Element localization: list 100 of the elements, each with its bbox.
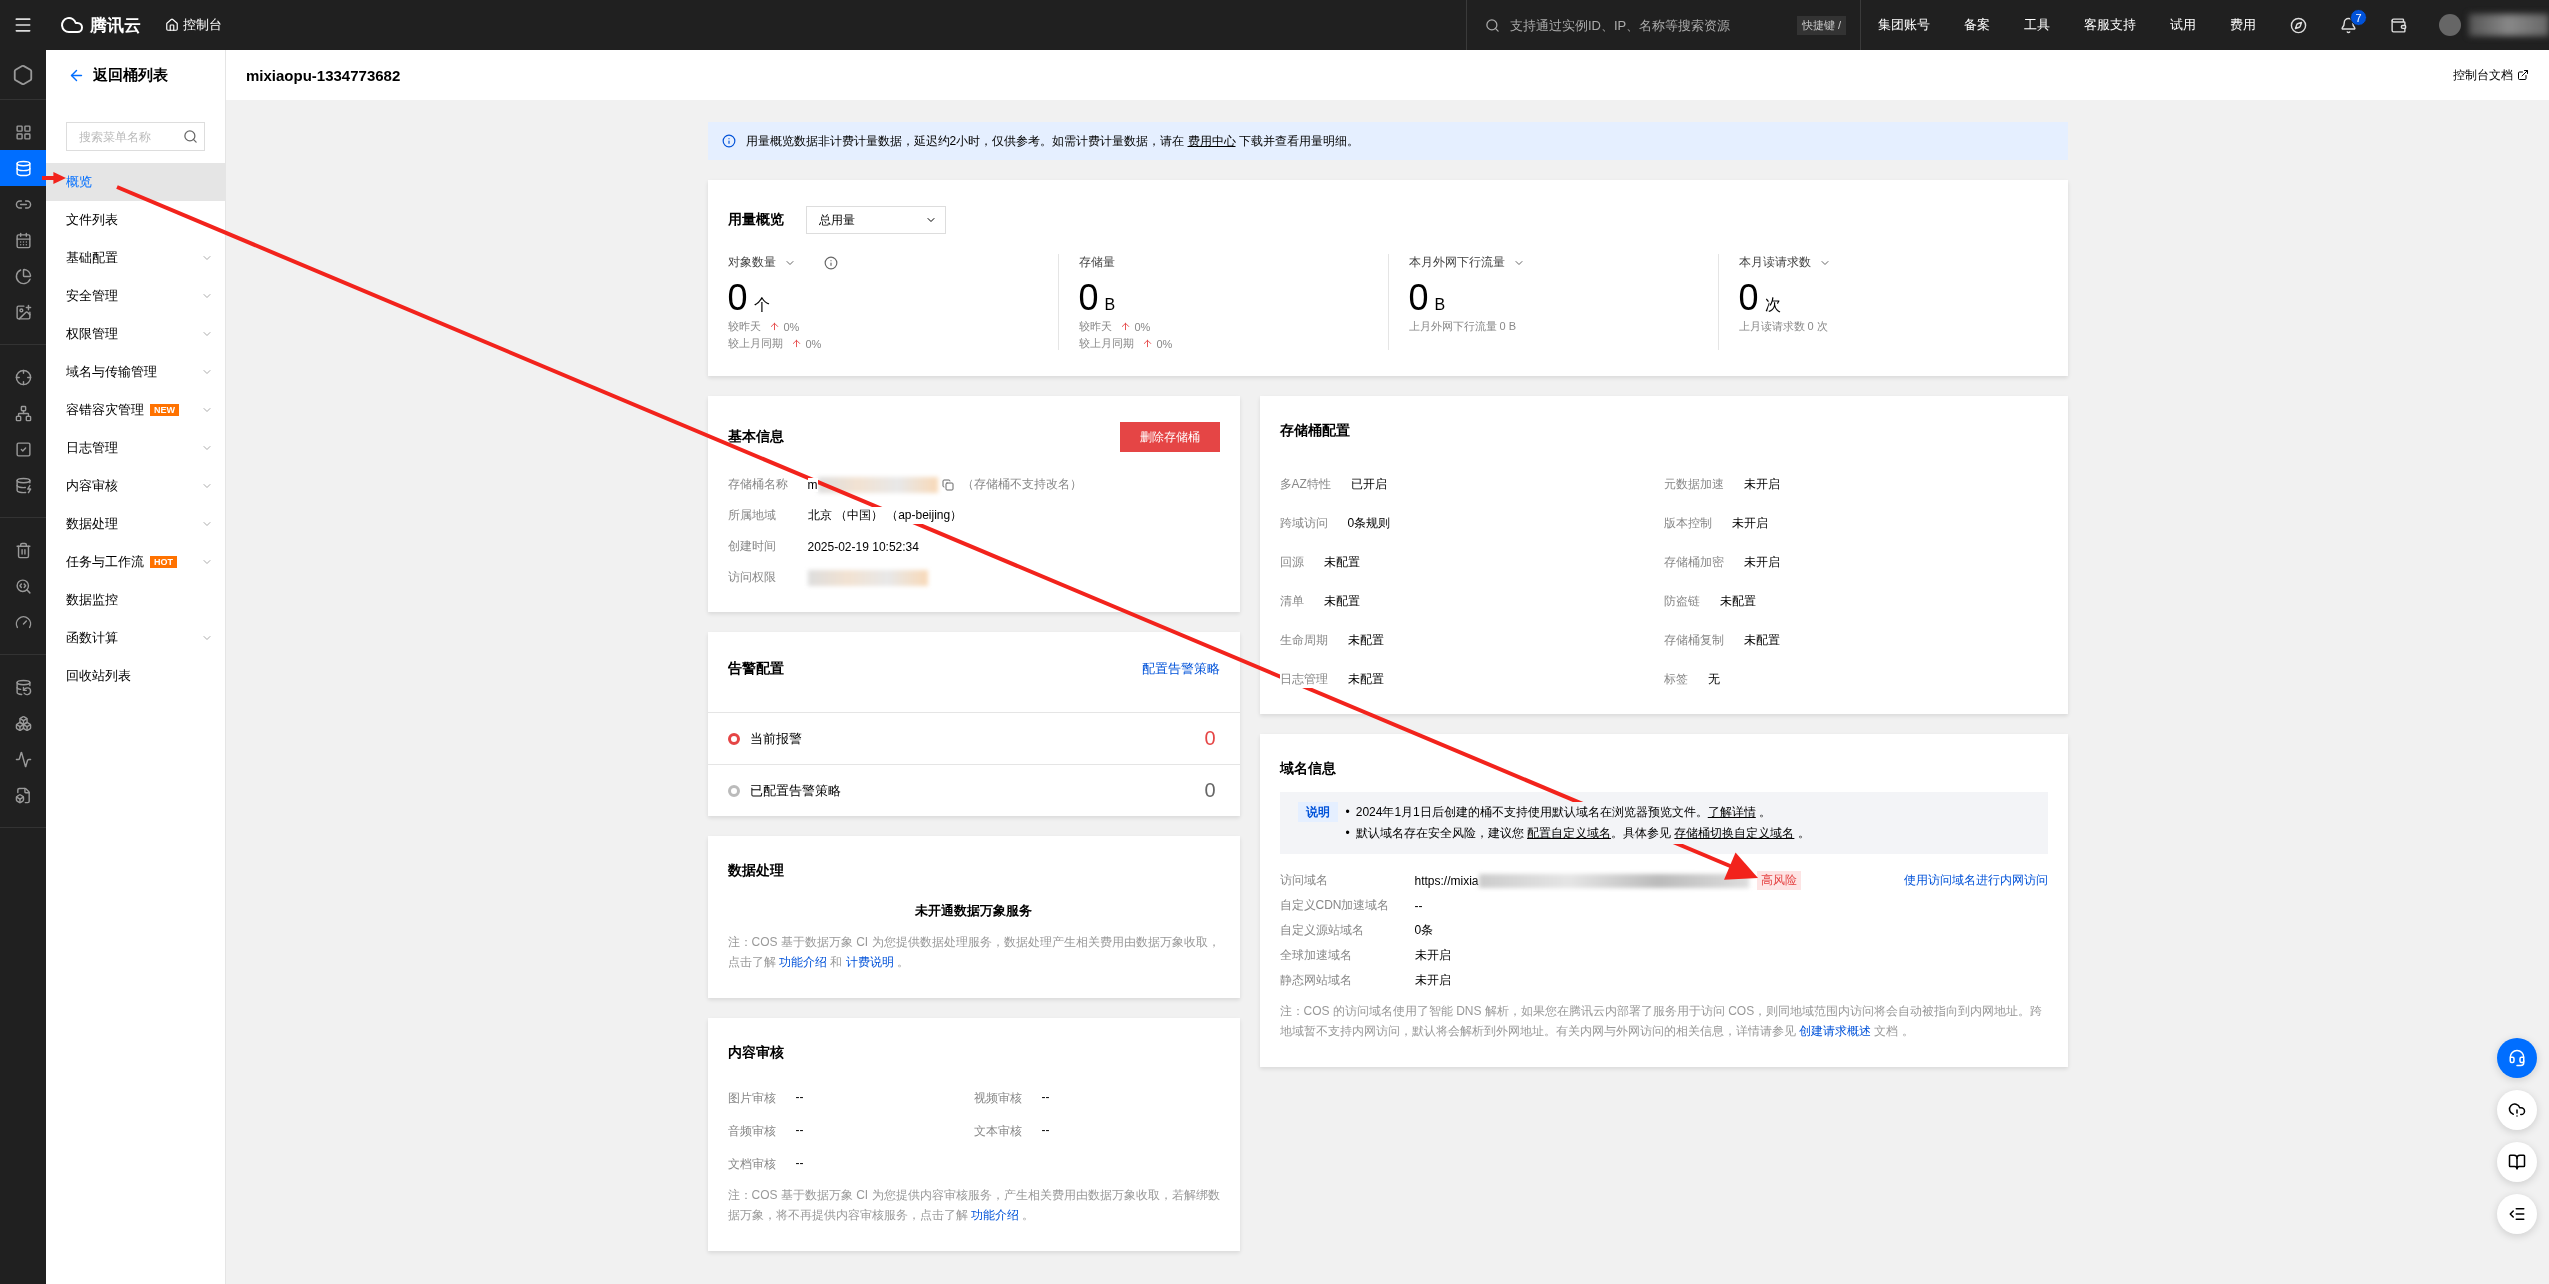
field-value: 未配置 — [1719, 593, 1756, 610]
trend-label: 较昨天 — [727, 319, 761, 334]
wallet-icon[interactable] — [2389, 16, 2407, 34]
metric-label: 本月外网下行流量 — [1408, 254, 1505, 271]
field-label: 图片审核 — [727, 1090, 776, 1107]
sidebar-item[interactable]: 数据监控 — [46, 581, 225, 619]
alarm-label: 当前报警 — [749, 729, 803, 748]
sidebar-item[interactable]: 回收站列表 — [46, 657, 225, 695]
console-link[interactable]: 控制台 — [165, 16, 222, 34]
sidebar-item[interactable]: 文件列表 — [46, 201, 225, 239]
field-value: 0条规则 — [1347, 515, 1391, 532]
field-value: 未配置 — [1323, 554, 1360, 571]
trend-value: 0% — [805, 337, 822, 350]
sidebar-item[interactable]: 数据处理 — [46, 505, 225, 543]
field-label: 元数据加速 — [1663, 476, 1724, 493]
nav-link[interactable]: 集团账号 — [1861, 16, 1947, 34]
sidebar-item-label: 回收站列表 — [66, 667, 131, 685]
compass-icon[interactable] — [2289, 16, 2307, 34]
search-field[interactable]: 支持通过实例ID、IP、名称等搜索资源 — [1508, 16, 1789, 34]
field-value: 未配置 — [1347, 671, 1384, 688]
trend-label: 较上月同期 — [1078, 336, 1134, 351]
field-value: 未开启 — [1414, 947, 1451, 964]
banner-text: 用量概览数据非计费计量数据，延迟约2小时，仅供参考。如需计费计量数据，请在 费用中心 下载并查看用量明细。 — [745, 132, 1359, 150]
sidebar-item[interactable]: 基础配置 — [46, 239, 225, 277]
sidebar-item[interactable]: 内容审核 — [46, 467, 225, 505]
sidebar-item[interactable]: 函数计算 — [46, 619, 225, 657]
info-icon[interactable] — [823, 255, 838, 270]
sidebar-item[interactable]: 域名与传输管理 — [46, 353, 225, 391]
sidebar-item-label: 任务与工作流 — [66, 553, 144, 571]
link[interactable]: 配置自定义域名 — [1527, 826, 1612, 840]
sidebar-item-label: 数据处理 — [66, 515, 118, 533]
usage-select[interactable]: 总用量 — [805, 206, 946, 234]
bell-icon[interactable] — [2339, 16, 2357, 34]
note-text: 注：COS 基于数据万象 CI 为您提供数据处理服务，数据处理产生相关费用由数据万象收取，点击了解 功能介绍 和 计费说明 。 — [727, 934, 1220, 971]
sidebar-item-label: 日志管理 — [66, 439, 118, 457]
field-label: 访问权限 — [727, 569, 777, 586]
field-value: 未配置 — [1743, 632, 1780, 649]
back-link[interactable]: 返回桶列表 — [46, 50, 225, 100]
nav-link[interactable]: 费用 — [2213, 16, 2273, 34]
field-value: 未配置 — [1323, 593, 1360, 610]
intranet-access-link[interactable]: 使用访问域名进行内网访问 — [1903, 872, 2048, 889]
field-value: 未开启 — [1731, 515, 1768, 532]
up-arrow-icon — [1119, 321, 1131, 332]
bucket-title: mixiaopu-1334773682 — [246, 66, 401, 84]
field-label: 创建时间 — [727, 538, 777, 555]
metric-unit: 次 — [1764, 295, 1781, 315]
menu-tag: HOT — [150, 556, 177, 568]
link[interactable]: 创建请求概述 — [1798, 1024, 1871, 1038]
user-avatar[interactable] — [2439, 14, 2461, 36]
sidebar-item-label: 数据监控 — [66, 591, 118, 609]
link[interactable]: 功能介绍 — [778, 955, 827, 969]
hexagon-logo-icon — [12, 63, 34, 86]
field-label: 多AZ特性 — [1279, 476, 1331, 493]
risk-tag: 高风险 — [1756, 871, 1801, 890]
link[interactable]: 存储桶切换自定义域名 — [1674, 826, 1795, 840]
doc-link[interactable]: 控制台文档 — [2453, 66, 2529, 84]
notification-count: 7 — [2350, 9, 2367, 26]
field-label: 存储桶复制 — [1663, 632, 1724, 649]
link[interactable]: 费用中心 — [1187, 133, 1236, 148]
field-value: 2025-02-19 10:52:34 — [807, 539, 919, 554]
nav-link[interactable]: 备案 — [1947, 16, 2007, 34]
link[interactable]: 计费说明 — [845, 955, 894, 969]
field-label: 防盗链 — [1663, 593, 1700, 610]
sidebar-item[interactable]: 概览 — [46, 163, 225, 201]
field-value: 未开启 — [1743, 554, 1780, 571]
nav-link[interactable]: 客服支持 — [2067, 16, 2153, 34]
rail-icon[interactable] — [0, 150, 46, 186]
field-label: 文档审核 — [727, 1156, 776, 1173]
menu-tag: NEW — [150, 404, 179, 416]
link[interactable]: 了解详情 — [1707, 805, 1756, 819]
alarm-policy-link[interactable]: 配置告警策略 — [1141, 660, 1220, 678]
field-label: 访问域名 — [1279, 872, 1329, 889]
note-text: 注：COS 的访问域名使用了智能 DNS 解析，如果您在腾讯云内部署了服务用于访问 COS，则同地域范围内访问将会自动被指向到内网地址。跨地域暂不支持内网访问，默认将会解析到外网地址。有关内网与外网访问的相关信息，详情请参见 创建请求概述 文档 。 — [1279, 1003, 2044, 1040]
sidebar-item[interactable]: 容错容灾管理 NEW — [46, 391, 225, 429]
metric-value: 0 — [1738, 279, 1759, 317]
service-status: 未开通数据万象服务 — [914, 902, 1033, 920]
metric-unit: B — [1104, 296, 1116, 314]
nav-link[interactable]: 试用 — [2153, 16, 2213, 34]
alarm-count: 0 — [1204, 779, 1216, 802]
metric-value: 0 — [1078, 279, 1099, 317]
nav-link[interactable]: 工具 — [2007, 16, 2067, 34]
field-label: 存储桶名称 — [727, 476, 789, 493]
trend-label: 较昨天 — [1078, 319, 1112, 334]
card-title: 存储桶配置 — [1279, 422, 1351, 440]
sidebar-item[interactable]: 任务与工作流 HOT — [46, 543, 225, 581]
metric-value: 0 — [1408, 279, 1429, 317]
sidebar-item[interactable]: 安全管理 — [46, 277, 225, 315]
field-label: 生命周期 — [1279, 632, 1328, 649]
field-value: 未开启 — [1414, 972, 1451, 989]
card-title: 域名信息 — [1279, 760, 1337, 778]
sidebar-item[interactable]: 权限管理 — [46, 315, 225, 353]
menu-search-bar[interactable]: 搜索菜单名称 — [66, 122, 205, 151]
info-icon — [721, 134, 736, 148]
link[interactable]: 功能介绍 — [970, 1208, 1019, 1222]
search-icon — [183, 129, 198, 144]
note-text: 注：COS 基于数据万象 CI 为您提供内容审核服务，产生相关费用由数据万象收取，若解绑数据万象，将不再提供内容审核服务，点击了解 功能介绍 。 — [727, 1187, 1220, 1224]
copy-icon[interactable] — [941, 478, 954, 491]
field-label: 静态网站域名 — [1279, 972, 1353, 989]
delete-button[interactable]: 删除存储桶 — [1119, 422, 1220, 452]
sidebar-item[interactable]: 日志管理 — [46, 429, 225, 467]
